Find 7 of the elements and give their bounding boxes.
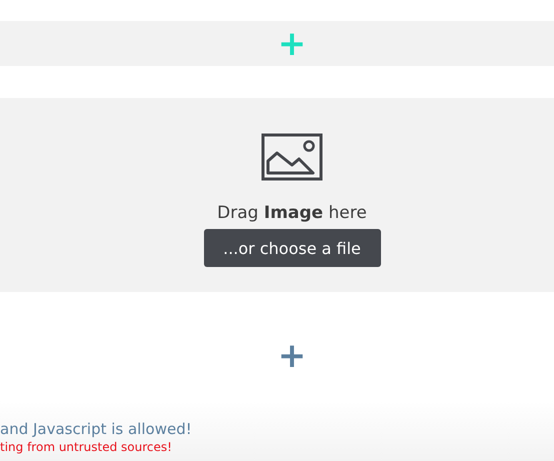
add-button[interactable]: + bbox=[278, 341, 306, 371]
info-note: and Javascript is allowed! bbox=[0, 420, 192, 438]
drop-prompt: Drag Image here bbox=[217, 203, 367, 223]
dropzone[interactable]: Drag Image here ...or choose a file bbox=[0, 98, 554, 292]
choose-file-button[interactable]: ...or choose a file bbox=[204, 229, 380, 267]
warning-note: ting from untrusted sources! bbox=[0, 440, 172, 454]
image-icon bbox=[261, 133, 323, 181]
